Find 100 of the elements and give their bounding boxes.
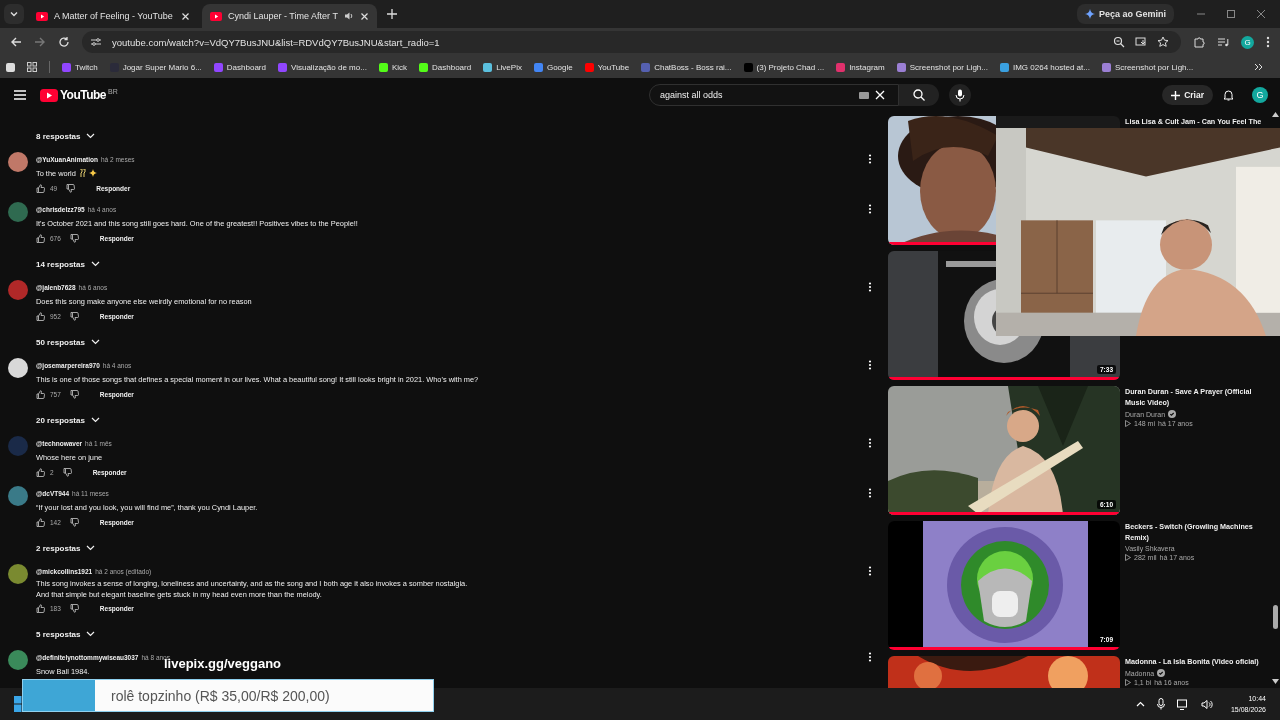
speaker-icon[interactable] <box>343 11 354 21</box>
chevron-down-icon <box>90 339 100 345</box>
youtube-logo-text[interactable]: YouTube <box>60 88 107 102</box>
replies-toggle[interactable]: 8 respostas <box>36 131 96 141</box>
more-options-icon[interactable] <box>868 282 872 292</box>
tab-title: Cyndi Lauper - Time After T <box>228 11 338 21</box>
bookmark-icon[interactable] <box>6 62 15 72</box>
replies-toggle[interactable]: 50 respostas <box>36 337 100 347</box>
address-bar[interactable]: youtube.com/watch?v=VdQY7BusJNU&list=RDVdQY7BusJNU&start_radio=1 <box>82 31 1181 53</box>
chevron-up-icon[interactable] <box>1135 701 1145 707</box>
network-icon[interactable] <box>1176 698 1189 710</box>
clear-icon[interactable] <box>874 90 885 100</box>
sparkle-icon <box>1084 9 1095 19</box>
menu-icon[interactable] <box>1266 36 1270 48</box>
bell-icon[interactable] <box>1223 89 1234 101</box>
create-button[interactable]: Criar <box>1162 85 1213 105</box>
thumbs-up-icon[interactable] <box>36 517 45 527</box>
bookmark[interactable]: ChatBoss - Boss rai... <box>641 62 732 72</box>
microphone-icon[interactable] <box>1156 698 1165 710</box>
bookmark[interactable]: Google <box>533 62 573 72</box>
bookmark[interactable]: YouTube <box>584 62 630 72</box>
extensions-icon[interactable] <box>1193 36 1205 48</box>
chevron-down-icon <box>86 545 96 551</box>
bookmark[interactable]: Visualização de mo... <box>277 62 367 72</box>
bookmark[interactable]: Dashboard <box>213 62 266 72</box>
browser-tab[interactable]: A Matter of Feeling - YouTube <box>28 4 198 28</box>
more-options-icon[interactable] <box>868 204 872 214</box>
apps-icon[interactable] <box>27 62 37 72</box>
sparkles-icon <box>88 169 97 177</box>
thumbs-down-icon[interactable] <box>69 517 79 527</box>
reload-icon[interactable] <box>58 36 70 48</box>
chevron-down-icon <box>86 133 96 139</box>
voice-search-button[interactable] <box>948 84 971 106</box>
bookmark[interactable]: Screenshot por Ligh... <box>896 62 988 72</box>
bookmark[interactable]: Screenshot por Ligh... <box>1101 62 1194 72</box>
scroll-down-icon[interactable] <box>1271 679 1279 684</box>
more-options-icon[interactable] <box>868 652 872 662</box>
keyboard-icon[interactable] <box>858 91 869 99</box>
site-settings-icon[interactable] <box>90 36 102 48</box>
windows-start-icon[interactable] <box>14 696 22 712</box>
scroll-up-icon[interactable] <box>1271 112 1279 117</box>
back-icon[interactable] <box>10 36 22 48</box>
play-icon <box>1125 554 1131 561</box>
bookmark[interactable]: Kick <box>378 62 407 72</box>
bookmark[interactable]: Dashboard <box>419 62 472 72</box>
tab-search-button[interactable] <box>4 4 24 24</box>
thumbs-down-icon[interactable] <box>69 311 79 321</box>
media-control-icon[interactable] <box>1217 36 1229 48</box>
avatar[interactable] <box>8 152 28 172</box>
thumbs-up-icon[interactable] <box>36 603 45 613</box>
chevron-down-icon <box>90 261 100 267</box>
youtube-icon <box>36 11 48 21</box>
thumbs-down-icon[interactable] <box>66 183 76 193</box>
search-field[interactable]: against all odds <box>648 84 899 106</box>
more-options-icon[interactable] <box>868 566 872 576</box>
play-icon <box>1125 420 1131 427</box>
replies-toggle[interactable]: 2 respostas <box>36 543 96 553</box>
browser-tab[interactable]: Cyndi Lauper - Time After T <box>202 4 377 28</box>
chevron-down-icon <box>9 9 19 19</box>
thumbs-up-icon[interactable] <box>36 311 45 321</box>
thumbs-down-icon[interactable] <box>62 467 72 477</box>
bookmark[interactable]: (3) Projeto Chad ... <box>743 62 825 72</box>
goal-label: rolê topzinho (R$ 35,00/R$ 200,00) <box>111 687 330 704</box>
menu-icon[interactable] <box>14 90 26 100</box>
search-icon <box>912 89 925 101</box>
replies-toggle[interactable]: 20 respostas <box>36 415 100 425</box>
star-icon[interactable] <box>1157 36 1169 48</box>
replies-toggle[interactable]: 5 respostas <box>36 629 96 639</box>
bookmark[interactable]: Jogar Super Mario 6... <box>109 62 202 72</box>
more-options-icon[interactable] <box>868 154 872 164</box>
search-button[interactable] <box>898 84 939 106</box>
bookmark[interactable]: LivePix <box>483 62 522 72</box>
plus-icon <box>1171 90 1181 100</box>
thumbs-up-icon[interactable] <box>36 233 45 243</box>
thumbs-up-icon[interactable] <box>36 389 45 399</box>
volume-icon[interactable] <box>1200 698 1213 710</box>
thumbs-down-icon[interactable] <box>69 233 79 243</box>
scrollbar-thumb[interactable] <box>1272 605 1278 629</box>
bookmark[interactable]: Twitch <box>62 62 98 72</box>
bookmark[interactable]: IMG 0264 hosted at... <box>1000 62 1090 72</box>
zoom-icon[interactable] <box>1113 36 1125 48</box>
replies-toggle[interactable]: 14 respostas <box>36 259 100 269</box>
thumbs-up-icon[interactable] <box>36 467 45 477</box>
more-options-icon[interactable] <box>868 488 872 498</box>
youtube-logo-icon <box>40 88 58 102</box>
install-app-icon[interactable] <box>1135 36 1147 48</box>
new-tab-icon[interactable] <box>386 9 397 19</box>
play-icon <box>1125 679 1131 686</box>
forward-icon[interactable] <box>34 36 46 48</box>
avatar[interactable] <box>8 358 28 378</box>
thumbs-down-icon[interactable] <box>69 389 79 399</box>
bookmark[interactable]: Instagram <box>836 62 885 72</box>
more-bookmarks-icon[interactable] <box>1254 62 1264 72</box>
thumbs-up-icon[interactable] <box>36 183 45 193</box>
maximize-icon[interactable] <box>1226 9 1236 19</box>
more-options-icon[interactable] <box>868 438 872 448</box>
thumbs-down-icon[interactable] <box>69 603 79 613</box>
more-options-icon[interactable] <box>868 360 872 370</box>
tab-title: A Matter of Feeling - YouTube <box>54 11 174 21</box>
gemini-button[interactable]: Peça ao Gemini <box>1076 4 1174 24</box>
